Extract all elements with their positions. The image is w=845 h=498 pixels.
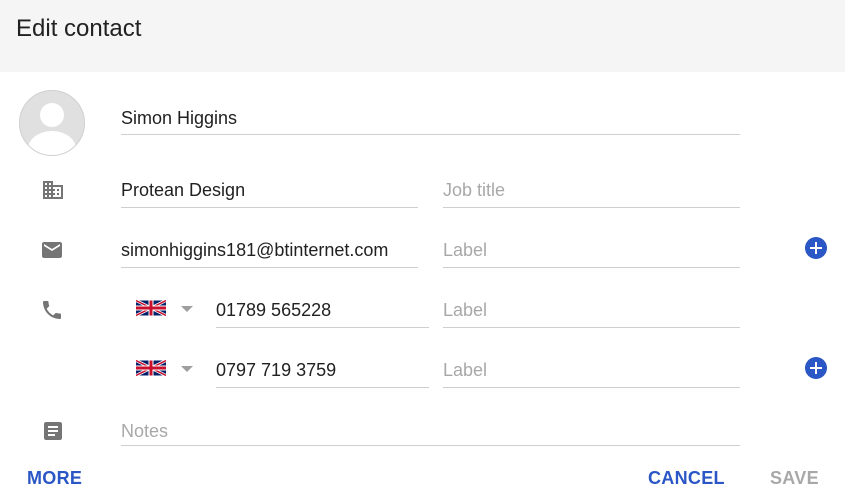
phone-label-field[interactable] — [443, 298, 740, 328]
email-label-field[interactable] — [443, 238, 740, 268]
dropdown-caret-icon[interactable] — [181, 366, 193, 372]
company-field[interactable] — [121, 178, 418, 208]
job-title-input[interactable] — [443, 178, 740, 202]
add-phone-button[interactable] — [805, 357, 827, 379]
email-input[interactable] — [121, 238, 418, 262]
save-button[interactable]: SAVE — [770, 468, 819, 489]
more-button[interactable]: MORE — [27, 468, 82, 489]
company-input[interactable] — [121, 178, 418, 202]
dialog-title: Edit contact — [16, 15, 142, 42]
phone-label-input[interactable] — [443, 358, 740, 382]
notes-icon — [44, 422, 62, 440]
phone-label-input[interactable] — [443, 298, 740, 322]
phone-field[interactable] — [216, 298, 429, 328]
person-silhouette-icon — [28, 103, 76, 155]
add-email-button[interactable] — [805, 237, 827, 259]
building-icon — [43, 181, 63, 199]
avatar[interactable] — [19, 90, 85, 156]
notes-field[interactable] — [121, 419, 740, 446]
envelope-icon — [42, 242, 62, 258]
email-field[interactable] — [121, 238, 418, 268]
phone-input[interactable] — [216, 358, 429, 382]
phone-label-field[interactable] — [443, 358, 740, 388]
phone-icon — [43, 301, 61, 319]
phone-input[interactable] — [216, 298, 429, 322]
name-input[interactable] — [121, 106, 740, 130]
phone-field[interactable] — [216, 358, 429, 388]
email-label-input[interactable] — [443, 238, 740, 262]
uk-flag-icon[interactable] — [136, 359, 166, 377]
dropdown-caret-icon[interactable] — [181, 306, 193, 312]
cancel-button[interactable]: CANCEL — [648, 468, 725, 489]
name-field[interactable] — [121, 106, 740, 135]
uk-flag-icon[interactable] — [136, 299, 166, 317]
notes-input[interactable] — [121, 419, 740, 443]
job-title-field[interactable] — [443, 178, 740, 208]
dialog-header: Edit contact — [0, 0, 845, 72]
